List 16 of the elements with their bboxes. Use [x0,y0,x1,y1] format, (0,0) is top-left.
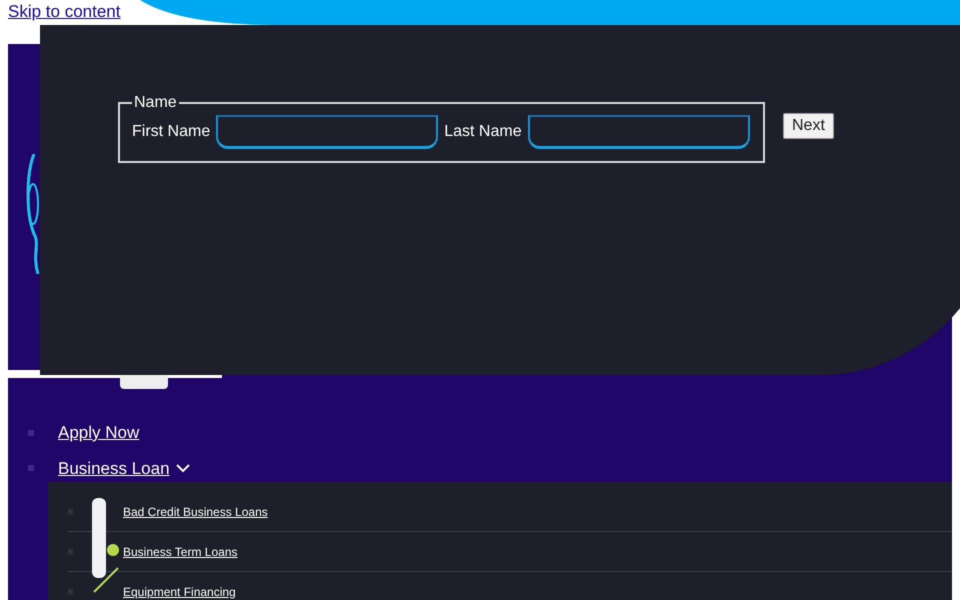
fieldset-legend: Name [132,91,179,115]
bullet-icon [28,465,34,472]
nav-link[interactable]: Apply Now [58,420,140,446]
chevron-down-icon [176,463,190,474]
submenu-link[interactable]: Business Term Loans [123,542,238,560]
submenu-link[interactable]: Equipment Financing [123,582,236,600]
logo-badge-shape [120,374,168,389]
submenu-link[interactable]: Bad Credit Business Loans [123,502,268,520]
field-label: First Name [132,122,210,142]
next-button[interactable]: Next [783,113,834,139]
name-input[interactable] [216,115,438,149]
name-input[interactable] [528,115,750,149]
field-label: Last Name [444,122,522,142]
nav-link[interactable]: Business Loan [58,456,170,481]
bullet-icon [28,430,34,436]
skip-link[interactable]: Skip to content [8,2,120,22]
